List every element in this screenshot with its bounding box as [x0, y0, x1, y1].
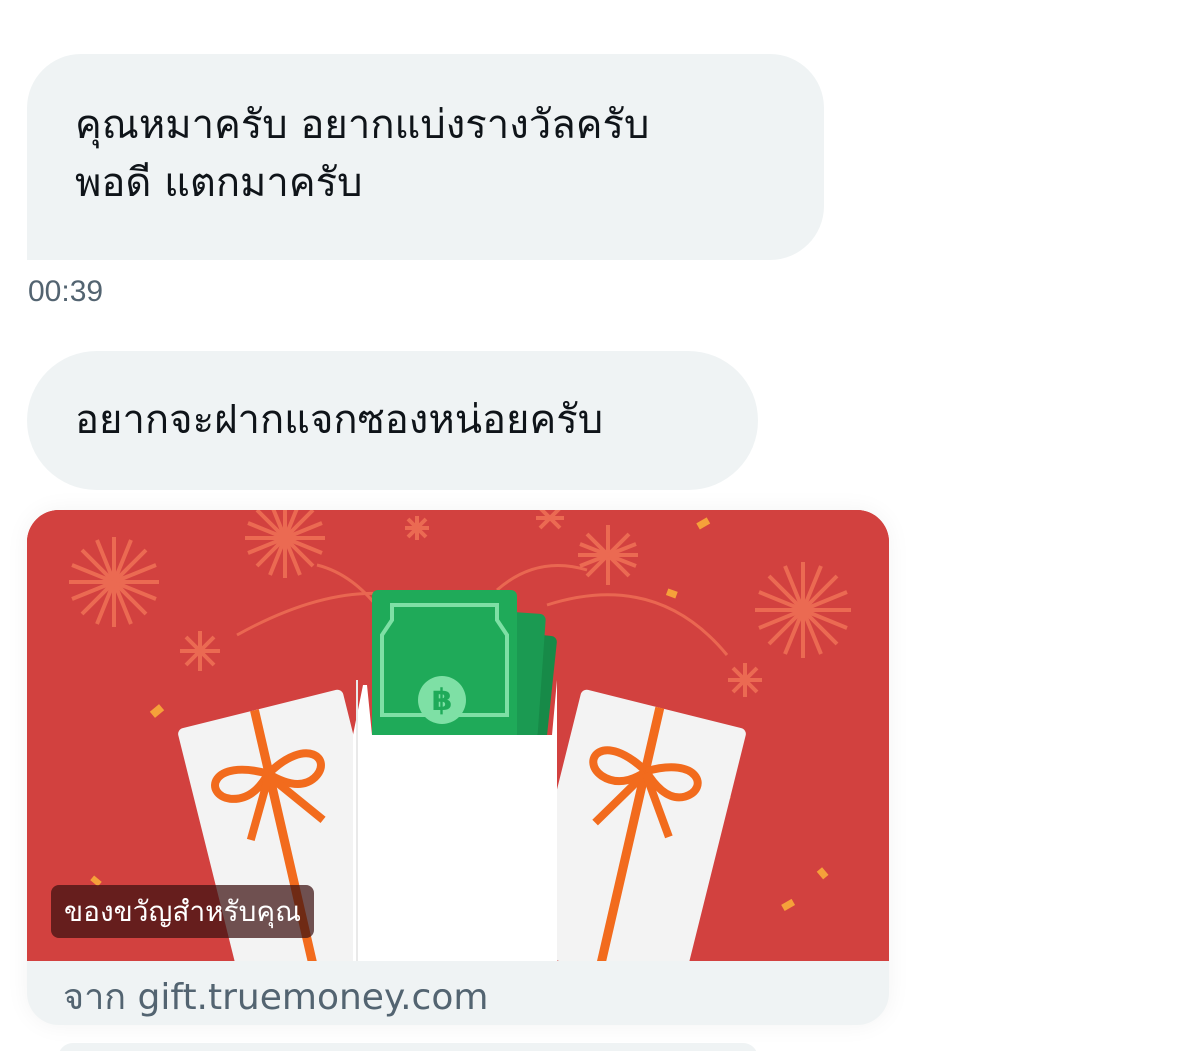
- message-bubble[interactable]: อยากจะฝากแจกซองหน่อยครับ: [27, 351, 758, 490]
- message-timestamp: 00:39: [28, 275, 104, 308]
- gift-overlay-label: ของขวัญสำหรับคุณ: [51, 885, 315, 938]
- message-bubble-partial: [58, 1043, 758, 1051]
- message-line: อยากจะฝากแจกซองหน่อยครับ: [75, 397, 604, 443]
- chat-thread: คุณหมาครับ อยากแบ่งรางวัลครับ พอดี แตกมา…: [0, 0, 1200, 1051]
- message-line: พอดี แตกมาครับ: [75, 160, 363, 206]
- card-source-link[interactable]: จาก gift.truemoney.com: [63, 976, 488, 1020]
- banknote-icon: ฿: [372, 590, 557, 746]
- message-line: คุณหมาครับ อยากแบ่งรางวัลครับ: [75, 102, 650, 148]
- message-bubble[interactable]: คุณหมาครับ อยากแบ่งรางวัลครับ พอดี แตกมา…: [27, 54, 824, 260]
- gift-link-card[interactable]: ฿ ของขวัญสำหรับคุณ จาก gift.truemoney.co…: [27, 510, 889, 1025]
- gift-card-image[interactable]: ฿ ของขวัญสำหรับคุณ: [27, 510, 889, 961]
- svg-text:฿: ฿: [432, 683, 453, 718]
